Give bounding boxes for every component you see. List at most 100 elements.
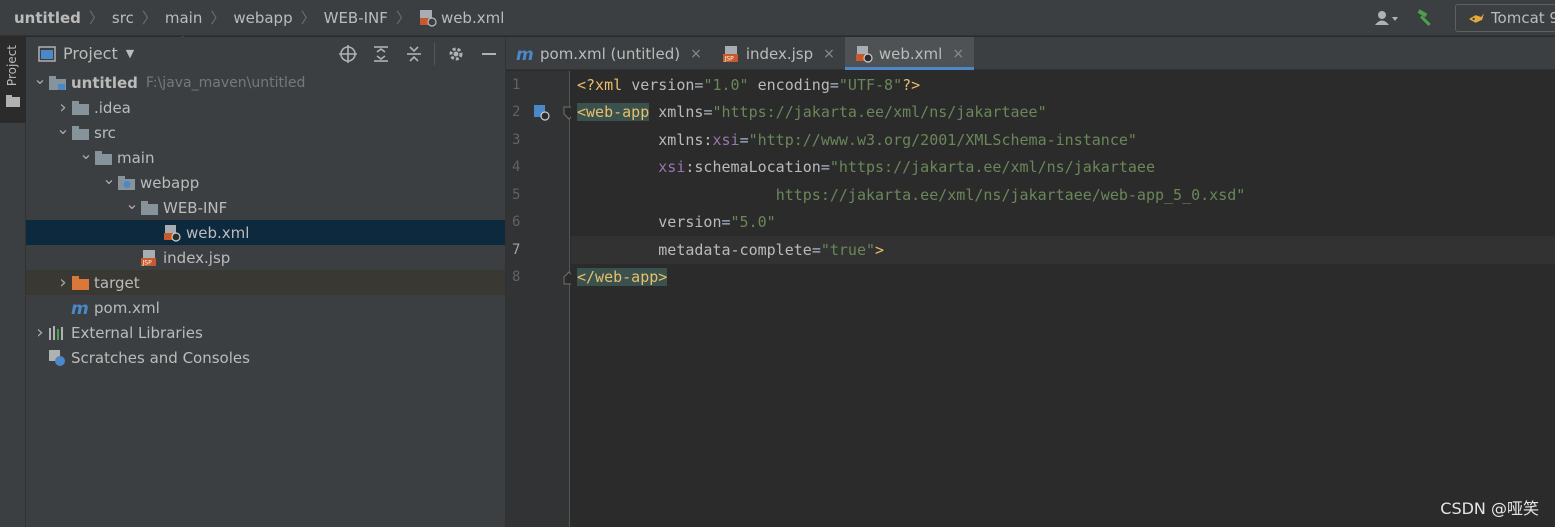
tree-item-external-libraries[interactable]: › External Libraries [26, 320, 505, 345]
hide-panel-button[interactable] [472, 37, 505, 70]
gear-icon [449, 47, 462, 60]
breadcrumb-webapp[interactable]: webapp [233, 9, 292, 27]
code-line[interactable]: <web-app xmlns = "https://jakarta.ee/xml/n… [571, 99, 1555, 127]
tree-item-idea[interactable]: › .idea [26, 95, 505, 120]
breadcrumb-untitled[interactable]: untitled [14, 9, 81, 27]
code-token: encoding [757, 75, 830, 94]
project-tree: ⌄ untitled F:\java_maven\untitled › .idea ⌄ sr… [26, 69, 505, 370]
svg-text:m: m [71, 299, 89, 317]
svg-text:JSP: JSP [142, 259, 153, 266]
expand-all-button[interactable] [364, 37, 397, 70]
select-opened-file-button[interactable] [331, 37, 364, 70]
collapse-all-icon [406, 45, 421, 62]
editor-tab-web-xml[interactable]: web.xml × [844, 37, 975, 70]
code-token: = [739, 130, 749, 149]
code-token: xmlns [658, 103, 704, 122]
chevron-down-icon[interactable]: ⌄ [124, 194, 140, 213]
run-configuration-selector[interactable]: Tomcat 9 [1455, 4, 1555, 32]
editor-tab-index-jsp[interactable]: JSP index.jsp × [712, 37, 845, 70]
project-view-selector[interactable]: Project ▼ [38, 44, 134, 63]
tree-item-label: Scratches and Consoles [71, 348, 250, 367]
tree-item-label: External Libraries [71, 323, 203, 342]
tree-item-label: target [94, 273, 140, 292]
web-descriptor-gutter-icon[interactable] [533, 104, 551, 126]
chevron-down-icon[interactable]: ⌄ [78, 144, 94, 163]
chevron-down-icon[interactable]: ⌄ [101, 169, 117, 188]
close-icon[interactable]: × [952, 46, 964, 62]
breadcrumb-separator: 〉 [141, 9, 157, 27]
gutter-line[interactable]: 8 [506, 264, 575, 292]
expand-all-icon [373, 45, 388, 62]
code-token: = [703, 103, 713, 122]
breadcrumb-src[interactable]: src [112, 9, 134, 27]
chevron-down-icon[interactable]: ⌄ [32, 69, 48, 88]
tree-item-webapp[interactable]: ⌄ webapp [26, 169, 505, 195]
code-line[interactable]: <?xml version = "1.0" encoding = "UTF-8" ?> [571, 71, 1555, 99]
breadcrumb: untitled 〉 src 〉 main 〉 webapp 〉 WEB-INF… [0, 0, 504, 35]
svg-text:JSP: JSP [723, 55, 734, 62]
breadcrumb-web-xml[interactable]: web.xml [441, 9, 504, 27]
project-panel-title: Project [63, 44, 118, 63]
chevron-right-icon[interactable]: › [55, 272, 71, 293]
user-icon [1375, 11, 1398, 25]
code-token: = [694, 75, 704, 94]
gutter-line[interactable]: 2 [506, 99, 575, 127]
code-token: :schemaLocation [685, 158, 821, 177]
gutter-line[interactable]: 5 [506, 181, 568, 209]
close-icon[interactable]: × [823, 46, 835, 62]
chevron-down-icon: ▼ [125, 47, 135, 60]
gutter-line[interactable]: 6 [506, 209, 568, 237]
chevron-down-icon[interactable]: ⌄ [55, 119, 71, 138]
web-xml-icon [419, 9, 437, 27]
collapse-all-button[interactable] [397, 37, 430, 70]
code-editor[interactable]: <?xml version = "1.0" encoding = "UTF-8" ?> <w… [571, 71, 1555, 527]
user-menu-button[interactable] [1367, 4, 1407, 32]
code-token: "https://jakarta.ee/xml/ns/jakartaee [829, 158, 1155, 177]
options-button[interactable] [439, 37, 472, 70]
editor-tab-bar: m pom.xml (untitled) × JSP index.jsp × web.xml… [506, 37, 1555, 70]
web-folder-icon [117, 174, 135, 192]
close-icon[interactable]: × [690, 46, 702, 62]
tree-item-web-xml[interactable]: web.xml [26, 220, 505, 245]
tomcat-icon [1468, 13, 1484, 23]
code-token: "1.0" [703, 75, 749, 94]
tree-item-index-jsp[interactable]: JSP index.jsp [26, 245, 505, 270]
code-line[interactable]: https://jakarta.ee/xml/ns/jakartaee/web-… [571, 181, 1555, 209]
build-button[interactable] [1407, 4, 1443, 32]
line-number-gutter: 1 2 3 4 5 6 7 8 [506, 71, 575, 527]
gutter-line[interactable]: 7 [506, 236, 568, 264]
line-number: 5 [512, 186, 521, 203]
breadcrumb-web-inf[interactable]: WEB-INF [324, 9, 388, 27]
code-line[interactable]: xmlns: xsi = "http://www.w3.org/2001/XMLSch… [571, 126, 1555, 154]
chevron-right-icon[interactable]: › [32, 322, 48, 343]
line-number: 1 [512, 76, 521, 93]
code-line[interactable]: metadata-complete = "true" > [571, 236, 1555, 264]
chevron-right-icon[interactable]: › [55, 97, 71, 118]
tree-item-main[interactable]: ⌄ main [26, 144, 505, 170]
tree-item-label: pom.xml [94, 298, 160, 317]
project-panel-header: Project ▼ [26, 37, 505, 70]
gutter-line[interactable]: 4 [506, 154, 568, 182]
tree-item-target[interactable]: › target [26, 270, 505, 295]
code-line[interactable]: xsi:schemaLocation = "https://jakarta.ee/x… [571, 154, 1555, 182]
run-config-label: Tomcat 9 [1490, 9, 1555, 27]
breadcrumb-separator: 〉 [300, 9, 316, 27]
tree-item-web-inf[interactable]: ⌄ WEB-INF [26, 194, 505, 220]
editor-tab-pom-xml[interactable]: m pom.xml (untitled) × [506, 37, 712, 70]
code-token: "http://www.w3.org/2001/XMLSchema-instan… [748, 130, 1137, 149]
project-tool-window-tab[interactable]: Project [0, 37, 26, 123]
tree-item-src[interactable]: ⌄ src [26, 119, 505, 145]
folder-icon [71, 99, 89, 117]
gutter-line[interactable]: 1 [506, 71, 568, 99]
tree-item-scratches-and-consoles[interactable]: Scratches and Consoles [26, 345, 505, 370]
code-line[interactable]: version = "5.0" [571, 209, 1555, 237]
tree-item-untitled[interactable]: ⌄ untitled F:\java_maven\untitled [26, 69, 505, 95]
watermark: CSDN @哑笑 [1440, 499, 1539, 518]
tree-item-pom-xml[interactable]: m pom.xml [26, 295, 505, 320]
tree-item-label: index.jsp [163, 248, 231, 267]
gutter-line[interactable]: 3 [506, 126, 568, 154]
code-line[interactable]: </web-app> [571, 264, 1555, 292]
breadcrumb-main[interactable]: main [165, 9, 202, 27]
